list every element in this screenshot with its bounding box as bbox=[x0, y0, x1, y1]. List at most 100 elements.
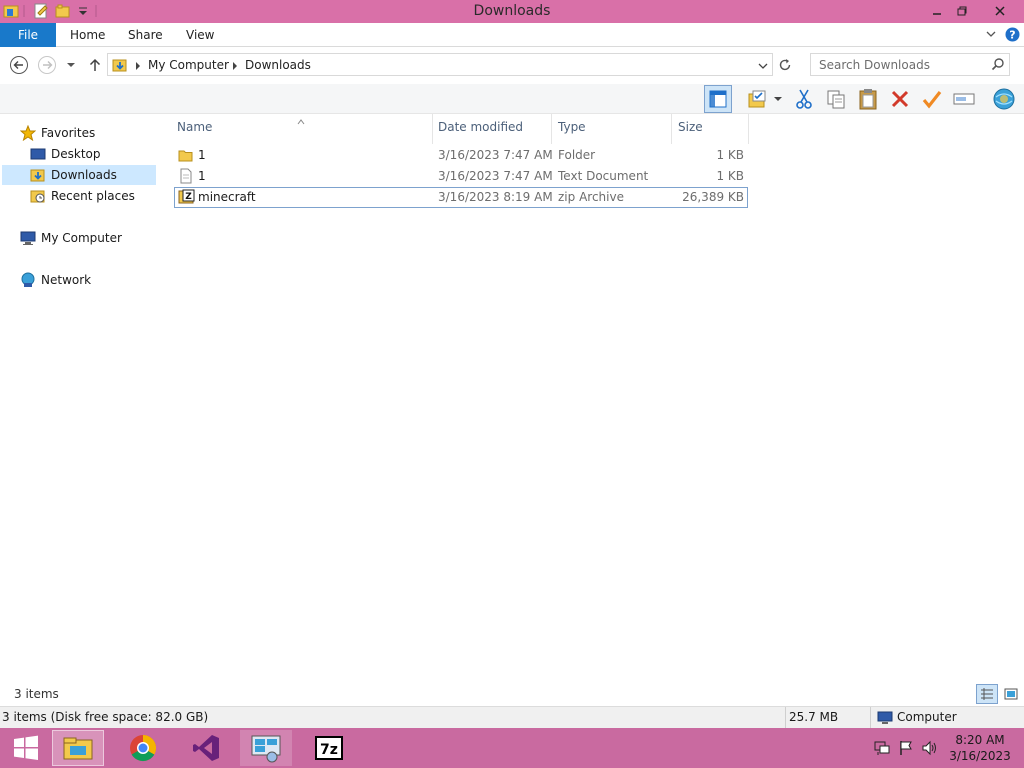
text-file-icon bbox=[178, 168, 194, 187]
start-button[interactable] bbox=[0, 730, 52, 766]
file-type: Text Document bbox=[558, 169, 649, 183]
nav-recent-places-label: Recent places bbox=[51, 189, 135, 203]
large-icons-view-button[interactable] bbox=[1000, 684, 1022, 704]
computer-icon bbox=[877, 710, 893, 729]
close-button[interactable] bbox=[985, 0, 1015, 22]
select-options-icon[interactable] bbox=[744, 85, 772, 113]
details-view-button[interactable] bbox=[976, 684, 998, 704]
column-header-name[interactable]: Name bbox=[177, 120, 212, 134]
nav-network-label: Network bbox=[41, 273, 92, 287]
desktop-icon bbox=[30, 146, 46, 162]
address-dropdown-icon[interactable] bbox=[758, 60, 768, 74]
breadcrumb-downloads[interactable]: Downloads bbox=[245, 58, 311, 72]
up-button[interactable] bbox=[85, 55, 105, 75]
volume-icon[interactable] bbox=[921, 740, 939, 759]
sort-ascending-icon bbox=[297, 114, 305, 128]
selection-size: 25.7 MB bbox=[789, 710, 839, 724]
taskbar-file-explorer[interactable] bbox=[52, 730, 104, 766]
item-count: 3 items bbox=[14, 687, 59, 701]
restore-button[interactable] bbox=[947, 0, 977, 22]
window-title: Downloads bbox=[473, 3, 551, 19]
customize-quick-access-icon[interactable] bbox=[75, 3, 91, 19]
column-separator[interactable] bbox=[671, 114, 672, 144]
refresh-button[interactable] bbox=[775, 55, 795, 75]
file-date: 3/16/2023 7:47 AM bbox=[438, 169, 553, 183]
breadcrumb-separator-icon[interactable] bbox=[134, 60, 142, 74]
breadcrumb-separator-icon[interactable] bbox=[231, 60, 239, 74]
expand-ribbon-icon[interactable] bbox=[985, 28, 997, 43]
tab-home[interactable]: Home bbox=[58, 23, 117, 47]
back-button[interactable] bbox=[9, 55, 29, 75]
search-input[interactable] bbox=[819, 57, 984, 72]
select-options-dropdown-icon[interactable] bbox=[770, 85, 786, 113]
nav-downloads-label: Downloads bbox=[51, 168, 117, 182]
action-center-flag-icon[interactable] bbox=[898, 740, 914, 759]
copy-icon[interactable] bbox=[822, 85, 850, 113]
nav-network[interactable]: Network bbox=[20, 270, 91, 290]
taskbar-7-zip[interactable]: 7z bbox=[303, 730, 355, 766]
file-row[interactable]: Z minecraft 3/16/2023 8:19 AM zip Archiv… bbox=[174, 187, 748, 208]
command-toolbar bbox=[0, 84, 1024, 114]
column-header-type[interactable]: Type bbox=[558, 120, 586, 134]
nav-my-computer[interactable]: My Computer bbox=[20, 228, 122, 248]
svg-text:7z: 7z bbox=[320, 742, 338, 758]
explorer-app-icon[interactable] bbox=[3, 3, 19, 19]
column-separator[interactable] bbox=[748, 114, 749, 144]
recent-places-icon bbox=[30, 188, 46, 204]
breadcrumb-my-computer[interactable]: My Computer bbox=[148, 58, 229, 72]
properties-globe-icon[interactable] bbox=[990, 85, 1018, 113]
taskbar-visual-studio[interactable] bbox=[180, 730, 232, 766]
svg-text:Z: Z bbox=[185, 192, 192, 202]
new-folder-icon[interactable] bbox=[55, 3, 71, 19]
nav-recent-places[interactable]: Recent places bbox=[30, 186, 135, 206]
search-icon[interactable] bbox=[991, 57, 1005, 74]
folder-icon bbox=[178, 147, 194, 166]
properties-icon[interactable] bbox=[33, 3, 49, 19]
rename-icon[interactable] bbox=[950, 85, 978, 113]
file-list: Name Date modified Type Size 1 3/16/2023… bbox=[162, 114, 1024, 684]
column-header-date-modified[interactable]: Date modified bbox=[438, 120, 523, 134]
network-tray-icon[interactable] bbox=[874, 740, 890, 759]
nav-favorites[interactable]: Favorites bbox=[19, 123, 95, 143]
svg-text:?: ? bbox=[1009, 29, 1015, 42]
file-name: 1 bbox=[198, 169, 206, 183]
tab-file[interactable]: File bbox=[0, 23, 56, 47]
nav-desktop[interactable]: Desktop bbox=[30, 144, 101, 164]
status-location: Computer bbox=[897, 710, 957, 724]
file-row[interactable]: 1 3/16/2023 7:47 AM Folder 1 KB bbox=[174, 145, 748, 166]
computer-icon bbox=[20, 230, 36, 246]
star-icon bbox=[19, 124, 37, 142]
help-icon[interactable]: ? bbox=[1005, 27, 1020, 45]
downloads-folder-icon bbox=[30, 167, 46, 183]
downloads-location-icon bbox=[112, 57, 128, 76]
file-row[interactable]: 1 3/16/2023 7:47 AM Text Document 1 KB bbox=[174, 166, 748, 187]
file-size: 1 KB bbox=[716, 148, 744, 162]
apply-checkmark-icon[interactable] bbox=[918, 85, 946, 113]
taskbar-remote-desktop[interactable] bbox=[240, 730, 292, 766]
address-bar[interactable]: My Computer Downloads bbox=[107, 53, 773, 76]
nav-my-computer-label: My Computer bbox=[41, 231, 122, 245]
clock-time: 8:20 AM bbox=[955, 733, 1005, 747]
file-date: 3/16/2023 8:19 AM bbox=[438, 190, 553, 204]
paste-icon[interactable] bbox=[854, 85, 882, 113]
column-header-size[interactable]: Size bbox=[678, 120, 703, 134]
column-separator[interactable] bbox=[551, 114, 552, 144]
search-box[interactable] bbox=[810, 53, 1010, 76]
title-bar: Downloads bbox=[0, 0, 1024, 23]
nav-desktop-label: Desktop bbox=[51, 147, 101, 161]
nav-downloads[interactable]: Downloads bbox=[2, 165, 156, 185]
ribbon-tabs: File Home Share View ? bbox=[0, 23, 1024, 47]
preview-pane-button[interactable] bbox=[704, 85, 732, 113]
cut-icon[interactable] bbox=[790, 85, 818, 113]
tab-view[interactable]: View bbox=[174, 23, 226, 47]
file-name: minecraft bbox=[198, 190, 256, 204]
taskbar-chrome[interactable] bbox=[117, 730, 169, 766]
clock[interactable]: 8:20 AM 3/16/2023 bbox=[944, 733, 1016, 763]
status-divider bbox=[785, 707, 786, 728]
forward-button[interactable] bbox=[37, 55, 57, 75]
delete-icon[interactable] bbox=[886, 85, 914, 113]
tab-share[interactable]: Share bbox=[116, 23, 175, 47]
file-date: 3/16/2023 7:47 AM bbox=[438, 148, 553, 162]
column-separator[interactable] bbox=[432, 114, 433, 144]
recent-locations-button[interactable] bbox=[63, 55, 79, 75]
